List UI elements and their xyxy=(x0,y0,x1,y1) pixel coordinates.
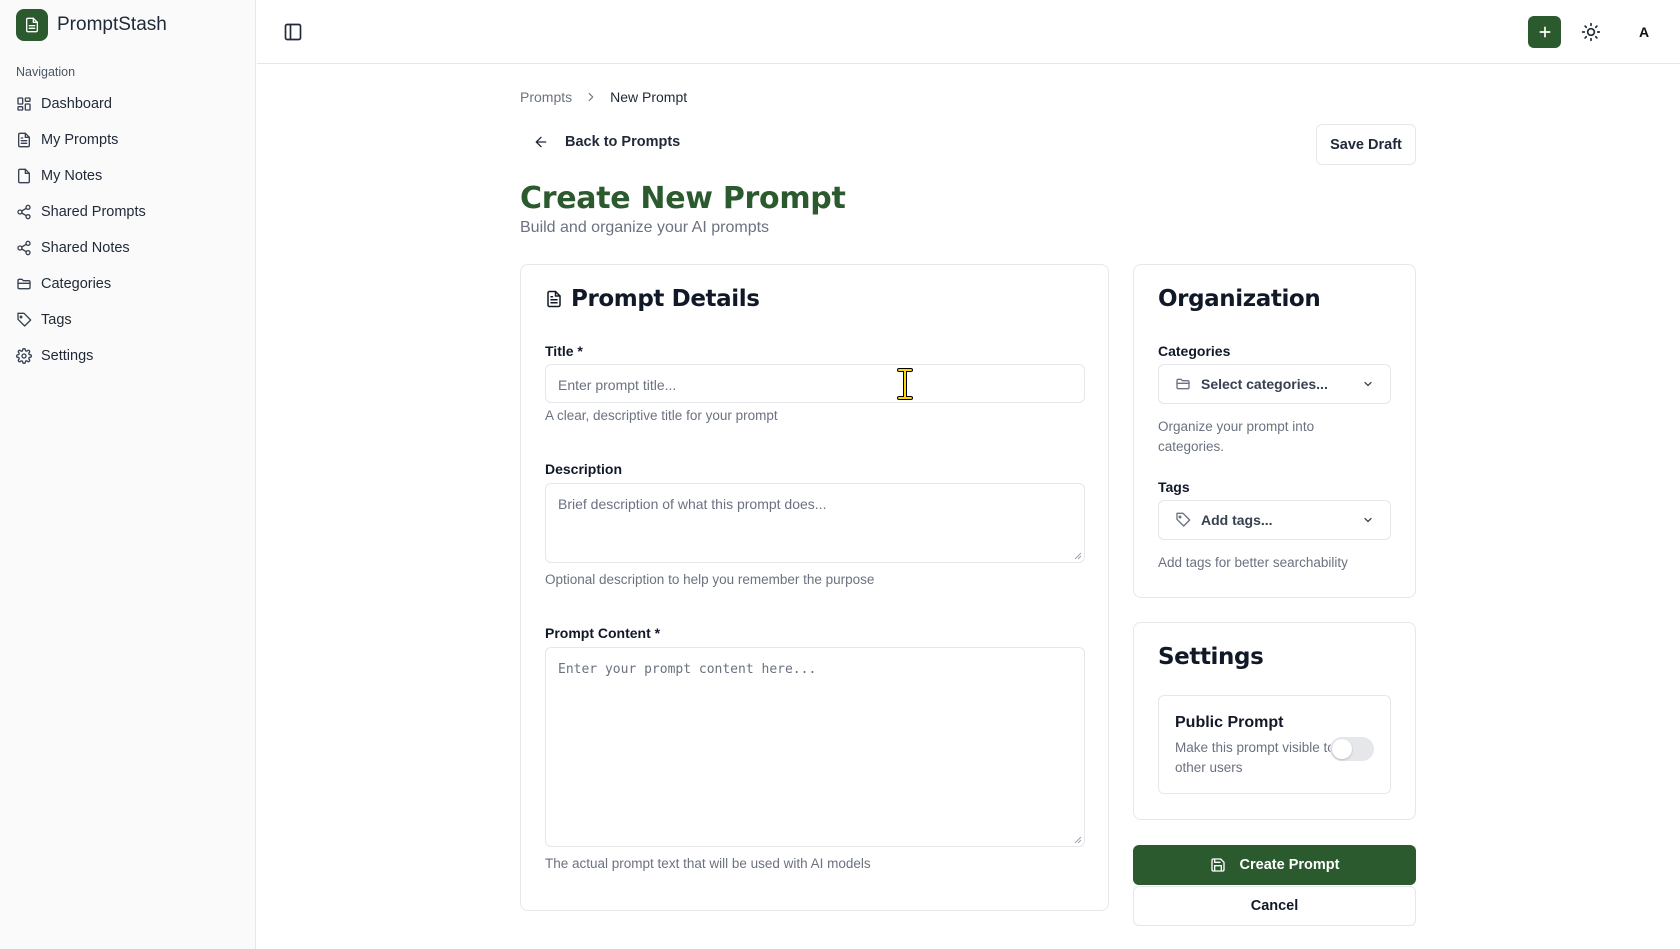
new-prompt-button[interactable] xyxy=(1528,16,1561,48)
arrow-left-icon xyxy=(535,136,547,148)
toggle-knob xyxy=(1332,739,1352,759)
folder-icon xyxy=(16,276,32,292)
organization-title: Organization xyxy=(1158,286,1321,312)
cancel-button[interactable]: Cancel xyxy=(1133,886,1416,926)
prompt-details-heading: Prompt Details xyxy=(545,286,760,312)
folder-icon xyxy=(1176,378,1190,390)
sidebar: PromptStash Navigation Dashboard My Prom… xyxy=(0,0,256,949)
tags-select[interactable]: Add tags... xyxy=(1158,500,1391,540)
page-subtitle: Build and organize your AI prompts xyxy=(520,219,770,236)
page-title: Create New Prompt xyxy=(520,181,846,216)
sidebar-item-settings[interactable]: Settings xyxy=(16,338,240,374)
sidebar-item-label: My Notes xyxy=(41,168,103,184)
public-prompt-label: Public Prompt xyxy=(1175,714,1284,731)
back-to-prompts-label: Back to Prompts xyxy=(565,134,681,150)
nav-list: Dashboard My Prompts My Notes Shared Pro… xyxy=(16,86,240,374)
tag-icon xyxy=(16,312,32,328)
breadcrumb-current: New Prompt xyxy=(610,89,688,105)
dashboard-icon xyxy=(16,96,32,112)
settings-title: Settings xyxy=(1158,644,1264,670)
file-text-icon xyxy=(16,132,32,148)
categories-label: Categories xyxy=(1158,343,1231,359)
sidebar-item-my-notes[interactable]: My Notes xyxy=(16,158,240,194)
prompt-details-title: Prompt Details xyxy=(571,286,760,312)
sidebar-item-shared-prompts[interactable]: Shared Prompts xyxy=(16,194,240,230)
sidebar-item-shared-notes[interactable]: Shared Notes xyxy=(16,230,240,266)
categories-help: Organize your prompt into categories. xyxy=(1158,419,1315,454)
sidebar-item-my-prompts[interactable]: My Prompts xyxy=(16,122,240,158)
sidebar-item-dashboard[interactable]: Dashboard xyxy=(16,86,240,122)
description-placeholder: Brief description of what this prompt do… xyxy=(558,496,827,512)
title-input[interactable]: Enter prompt title... xyxy=(545,364,1085,403)
sidebar-item-categories[interactable]: Categories xyxy=(16,266,240,302)
save-draft-button[interactable]: Save Draft xyxy=(1316,124,1416,165)
chevron-down-icon xyxy=(1364,381,1372,387)
create-prompt-label: Create Prompt xyxy=(1239,857,1340,873)
description-label: Description xyxy=(545,461,623,477)
tags-label: Tags xyxy=(1158,479,1190,495)
title-help: A clear, descriptive title for your prom… xyxy=(545,408,778,423)
back-to-prompts-button[interactable]: Back to Prompts xyxy=(533,134,680,150)
sidebar-toggle-icon[interactable] xyxy=(283,22,303,42)
settings-card: Settings Public Prompt Make this prompt … xyxy=(1133,622,1416,820)
sidebar-item-tags[interactable]: Tags xyxy=(16,302,240,338)
categories-placeholder: Select categories... xyxy=(1201,376,1328,392)
share-icon xyxy=(16,204,32,220)
tag-icon xyxy=(1176,512,1191,527)
theme-toggle-sun-icon[interactable] xyxy=(1581,22,1601,42)
description-help: Optional description to help you remembe… xyxy=(545,572,875,587)
app-logo-icon xyxy=(16,9,48,41)
public-prompt-setting: Public Prompt Make this prompt visible t… xyxy=(1158,695,1391,794)
prompt-details-card: Prompt Details Title * Enter prompt titl… xyxy=(520,264,1109,911)
categories-select[interactable]: Select categories... xyxy=(1158,364,1391,404)
gear-icon xyxy=(16,348,32,364)
share-icon xyxy=(16,240,32,256)
avatar[interactable]: A xyxy=(1628,16,1660,48)
create-prompt-button[interactable]: Create Prompt xyxy=(1133,845,1416,885)
content-help: The actual prompt text that will be used… xyxy=(545,856,871,871)
chevron-right-icon xyxy=(588,92,594,102)
sidebar-item-label: Tags xyxy=(41,312,72,328)
resize-handle-icon[interactable] xyxy=(1074,836,1082,844)
sidebar-item-label: Dashboard xyxy=(41,96,112,112)
app-name: PromptStash xyxy=(57,14,167,35)
plus-icon xyxy=(1539,26,1550,38)
sidebar-item-label: Categories xyxy=(41,276,112,292)
file-icon xyxy=(16,168,32,184)
public-prompt-toggle[interactable] xyxy=(1330,737,1374,761)
prompt-content-textarea[interactable]: Enter your prompt content here... xyxy=(545,647,1085,847)
nav-heading: Navigation xyxy=(16,65,76,79)
content-placeholder: Enter your prompt content here... xyxy=(558,662,817,677)
breadcrumb-prompts-link[interactable]: Prompts xyxy=(520,89,572,105)
top-bar: A xyxy=(257,0,1680,64)
description-textarea[interactable]: Brief description of what this prompt do… xyxy=(545,483,1085,563)
breadcrumb: Prompts New Prompt xyxy=(520,89,687,105)
sidebar-item-label: Shared Prompts xyxy=(41,204,146,220)
title-placeholder: Enter prompt title... xyxy=(558,377,677,393)
organization-card: Organization Categories Select categorie… xyxy=(1133,264,1416,598)
sidebar-item-label: Settings xyxy=(41,348,94,364)
title-label: Title * xyxy=(545,343,583,359)
resize-handle-icon[interactable] xyxy=(1074,552,1082,560)
tags-help: Add tags for better searchability xyxy=(1158,555,1348,570)
public-prompt-description: Make this prompt visible to other users xyxy=(1175,740,1335,775)
sidebar-item-label: My Prompts xyxy=(41,132,119,148)
text-cursor-icon xyxy=(897,368,913,400)
save-icon xyxy=(1210,858,1225,872)
content-label: Prompt Content * xyxy=(545,625,661,641)
tags-placeholder: Add tags... xyxy=(1201,512,1273,528)
brand[interactable]: PromptStash xyxy=(16,9,167,41)
sidebar-item-label: Shared Notes xyxy=(41,240,130,256)
chevron-down-icon xyxy=(1364,517,1372,523)
file-text-icon xyxy=(547,290,561,308)
